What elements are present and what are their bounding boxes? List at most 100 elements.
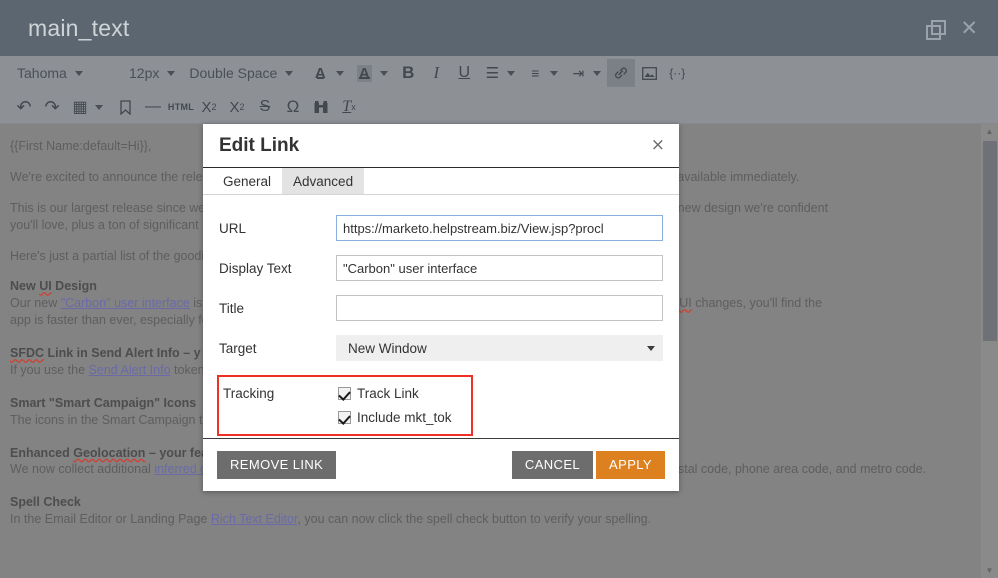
bookmark-icon[interactable] (111, 93, 139, 121)
heading-suffix: Design (52, 279, 97, 293)
field-row-url: URL (219, 215, 663, 241)
section-heading-spell-check: Spell Check (10, 494, 978, 511)
link-carbon-user-interface[interactable]: "Carbon" user interface (61, 296, 190, 310)
bold-icon[interactable]: B (394, 59, 422, 87)
heading-prefix: New (10, 279, 39, 293)
strikethrough-icon[interactable]: S (251, 93, 279, 121)
checkbox-icon[interactable] (338, 387, 351, 400)
misspelled-word: UI (679, 296, 692, 310)
text-run: If you use the (10, 363, 89, 377)
text-run: token (171, 363, 205, 377)
checkbox-include-mkt-tok[interactable]: Include mkt_tok (338, 410, 452, 425)
checkbox-icon[interactable] (338, 411, 351, 424)
url-input[interactable] (336, 215, 663, 241)
undo-icon[interactable]: ↶ (10, 93, 38, 121)
field-row-title: Title (219, 295, 663, 321)
html-source-icon[interactable]: HTML (167, 93, 195, 121)
align-chevron-down-icon[interactable] (507, 71, 515, 76)
image-glyph (642, 67, 657, 80)
target-label: Target (219, 341, 336, 356)
italic-icon[interactable]: I (422, 59, 450, 87)
editor-toolbar: Tahoma 12px Double Space A A B I U ☰ ≡ (0, 56, 998, 124)
indent-icon[interactable]: ⇥ (564, 59, 592, 87)
tab-advanced[interactable]: Advanced (282, 168, 364, 194)
restore-window-icon[interactable] (926, 19, 944, 37)
checkbox-track-link[interactable]: Track Link (338, 386, 452, 401)
font-family-dropdown[interactable]: Tahoma (10, 59, 122, 87)
field-row-display-text: Display Text (219, 255, 663, 281)
body-vertical-scrollbar[interactable]: ▲ ▼ (981, 124, 998, 578)
target-selected-value: New Window (348, 341, 427, 356)
line-spacing-dropdown[interactable]: Double Space (182, 59, 300, 87)
text-run: In the Email Editor or Landing Page (10, 512, 211, 526)
special-character-icon[interactable]: Ω (279, 93, 307, 121)
chevron-down-icon (285, 71, 293, 76)
highlight-color-chevron-down-icon[interactable] (380, 71, 388, 76)
underline-icon[interactable]: U (450, 59, 478, 87)
insert-token-icon[interactable]: {··} (663, 59, 691, 87)
subscript-icon[interactable]: X2 (195, 93, 223, 121)
tab-general[interactable]: General (212, 168, 282, 194)
paragraph-1-head: We're excited to announce the relea (10, 170, 210, 184)
close-window-icon[interactable]: ✕ (960, 18, 978, 39)
highlight-color-icon[interactable]: A (350, 59, 378, 87)
scrollbar-thumb[interactable] (983, 141, 997, 341)
link-send-alert-info[interactable]: Send Alert Info (89, 363, 171, 377)
heading-suffix: Link in Send Alert Info – y (44, 346, 201, 360)
target-dropdown[interactable]: New Window (336, 335, 663, 361)
text-color-icon[interactable]: A (306, 59, 334, 87)
font-size-dropdown[interactable]: 12px (122, 59, 182, 87)
clear-formatting-icon[interactable]: Tx (335, 93, 363, 121)
text-run: Our new (10, 296, 61, 310)
insert-link-icon[interactable] (607, 59, 635, 87)
toolbar-row-secondary: ↶ ↷ ▦ — HTML X2 X2 S Ω (0, 90, 998, 124)
font-family-value: Tahoma (17, 65, 67, 81)
scrollbar-track[interactable] (983, 139, 997, 563)
close-icon[interactable]: × (651, 137, 665, 154)
chevron-down-icon (167, 71, 175, 76)
window-title-bar: main_text ✕ (0, 0, 998, 56)
align-left-icon[interactable]: ☰ (478, 59, 506, 87)
dialog-form: URL Display Text Title Target New Window… (203, 195, 679, 436)
scroll-up-icon[interactable]: ▲ (981, 124, 998, 139)
binoculars-glyph (314, 101, 328, 114)
list-chevron-down-icon[interactable] (550, 71, 558, 76)
superscript-icon[interactable]: X2 (223, 93, 251, 121)
checkbox-label: Include mkt_tok (357, 410, 452, 425)
tracking-group-highlight: Tracking Track Link Include mkt_tok (217, 375, 473, 436)
horizontal-rule-icon[interactable]: — (139, 93, 167, 121)
title-input[interactable] (336, 295, 663, 321)
line-spacing-value: Double Space (189, 65, 277, 81)
insert-image-icon[interactable] (635, 59, 663, 87)
redo-icon[interactable]: ↷ (38, 93, 66, 121)
bookmark-glyph (120, 100, 131, 115)
dialog-header: Edit Link × (203, 124, 679, 168)
table-icon[interactable]: ▦ (66, 93, 94, 121)
page-title: main_text (28, 15, 130, 42)
find-replace-icon[interactable] (307, 93, 335, 121)
paragraph-2-line2: you'll love, plus a ton of significant (10, 218, 199, 232)
bullet-list-icon[interactable]: ≡ (521, 59, 549, 87)
display-text-label: Display Text (219, 261, 336, 276)
dialog-footer: REMOVE LINK CANCEL APPLY (203, 438, 679, 491)
text-color-chevron-down-icon[interactable] (336, 71, 344, 76)
section-body-spell-check: In the Email Editor or Landing Page Rich… (10, 511, 978, 528)
email-section-spell-check: Spell Check In the Email Editor or Landi… (10, 494, 978, 528)
url-label: URL (219, 221, 336, 236)
title-label: Title (219, 301, 336, 316)
link-rich-text-editor[interactable]: Rich Text Editor (211, 512, 298, 526)
dialog-action-buttons: CANCEL APPLY (512, 451, 665, 480)
font-size-value: 12px (129, 65, 159, 81)
checkbox-label: Track Link (357, 386, 419, 401)
indent-chevron-down-icon[interactable] (593, 71, 601, 76)
dialog-title: Edit Link (219, 135, 299, 157)
table-chevron-down-icon[interactable] (95, 105, 103, 110)
chevron-down-icon (647, 346, 655, 351)
cancel-button[interactable]: CANCEL (512, 451, 593, 480)
edit-link-dialog: Edit Link × General Advanced URL Display… (203, 124, 679, 491)
remove-link-button[interactable]: REMOVE LINK (217, 451, 336, 480)
heading-prefix: Enhanced (10, 446, 73, 460)
scroll-down-icon[interactable]: ▼ (981, 563, 998, 578)
apply-button[interactable]: APPLY (596, 451, 665, 480)
display-text-input[interactable] (336, 255, 663, 281)
